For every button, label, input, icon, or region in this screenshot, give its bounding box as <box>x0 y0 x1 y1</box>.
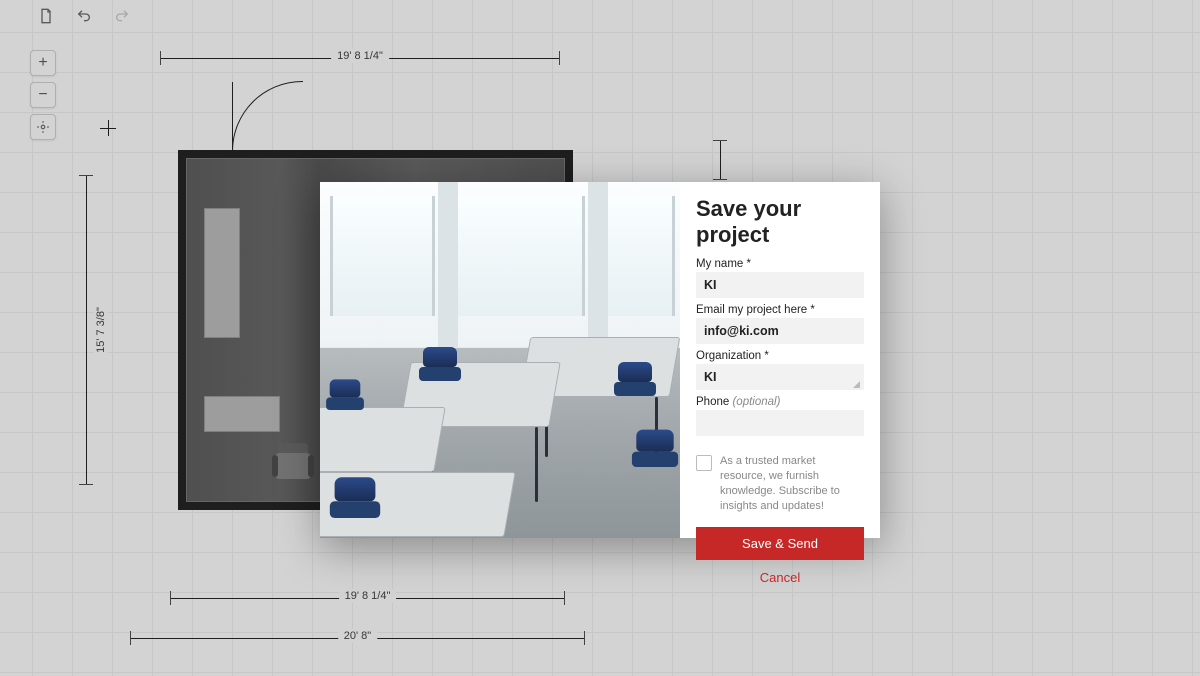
modal-title: Save your project <box>696 196 864 248</box>
name-field[interactable] <box>696 272 864 298</box>
organization-label: Organization * <box>696 350 864 362</box>
subscribe-checkbox[interactable] <box>696 455 712 471</box>
subscribe-row: As a trusted market resource, we furnish… <box>696 454 864 513</box>
cancel-button[interactable]: Cancel <box>696 570 864 585</box>
modal-form: Save your project My name * Email my pro… <box>680 182 880 538</box>
save-project-modal: Save your project My name * Email my pro… <box>320 182 880 538</box>
subscribe-text: As a trusted market resource, we furnish… <box>720 454 864 513</box>
email-field[interactable] <box>696 318 864 344</box>
save-send-button[interactable]: Save & Send <box>696 527 864 560</box>
email-label: Email my project here * <box>696 304 864 316</box>
organization-field[interactable] <box>696 364 864 390</box>
phone-field[interactable] <box>696 410 864 436</box>
phone-optional-text: (optional) <box>732 396 780 408</box>
phone-label-text: Phone <box>696 396 729 408</box>
modal-preview-image <box>320 182 680 538</box>
phone-label: Phone (optional) <box>696 396 864 408</box>
name-label: My name * <box>696 258 864 270</box>
